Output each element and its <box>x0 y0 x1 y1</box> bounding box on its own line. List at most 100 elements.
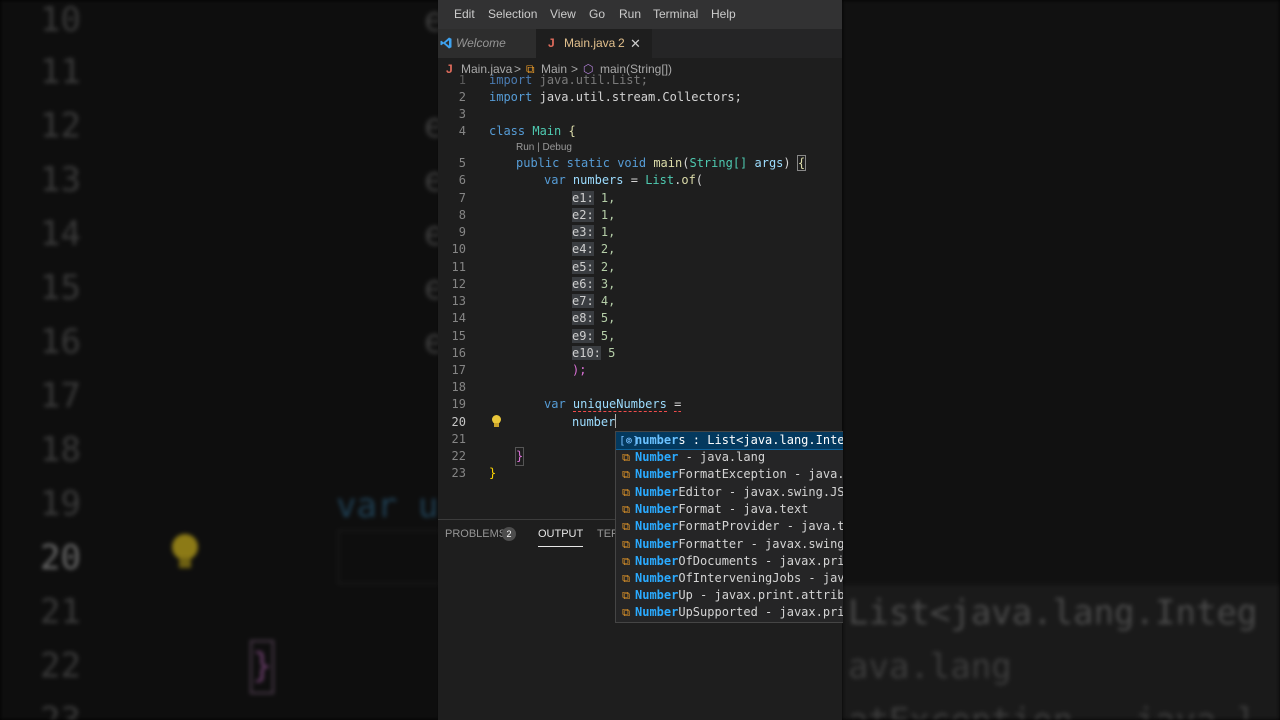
editor-tabs: Welcome J Main.java 2 ✕ <box>438 29 842 58</box>
inlay-hint: e3: <box>572 225 594 239</box>
class-symbol-icon: ⧉ <box>622 468 630 481</box>
suggestion-item[interactable]: [⊚] numbers : List<java.lang.Integ <box>616 432 843 450</box>
line-number: 4 <box>458 124 466 138</box>
bg-line-number: 16 <box>40 322 81 362</box>
class-symbol-icon: ⧉ <box>622 486 630 499</box>
inlay-hint: e10: <box>572 346 601 360</box>
vscode-logo-icon <box>440 37 452 49</box>
code-line-9: e3: 1, <box>572 225 616 239</box>
bg-line-number: 23 <box>40 700 81 720</box>
tab-main-label: Main.java <box>564 36 616 50</box>
bg-suggest-widget: List<java.lang.Integ ava.lang atExceptio… <box>842 585 1280 720</box>
class-symbol-icon: ⧉ <box>622 606 630 619</box>
line-number: 15 <box>451 329 466 343</box>
menu-view[interactable]: View <box>550 7 576 21</box>
suggestion-item[interactable]: ⧉ NumberFormatter - javax.swing. <box>616 536 843 553</box>
close-icon[interactable]: ✕ <box>630 29 641 58</box>
code-line-4: class Main { <box>489 124 576 138</box>
menu-edit[interactable]: Edit <box>454 7 475 21</box>
bg-line-number: 12 <box>40 106 81 146</box>
background-zoom-left: 10 11 12 13 14 15 16 17 18 19 20 21 22 2… <box>0 0 440 720</box>
code-line-1: import java.util.List; <box>489 73 648 87</box>
line-number: 21 <box>451 432 466 446</box>
menu-help[interactable]: Help <box>711 7 736 21</box>
menu-run[interactable]: Run <box>619 7 641 21</box>
tab-problem-count: 2 <box>618 36 625 50</box>
line-number: 20 <box>451 415 466 429</box>
code-line-14: e8: 5, <box>572 311 616 325</box>
suggestion-item[interactable]: ⧉ NumberFormatProvider - java.te <box>616 518 843 535</box>
inlay-hint: e4: <box>572 242 594 256</box>
bg-line-number: 22 <box>40 646 81 686</box>
code-line-17: ); <box>572 363 587 377</box>
suggestion-item[interactable]: ⧉ NumberOfDocuments - javax.prin <box>616 553 843 570</box>
line-number: 1 <box>458 73 466 87</box>
tab-output[interactable]: OUTPUT <box>538 528 584 547</box>
suggestion-item[interactable]: ⧉ NumberUpSupported - javax.prin <box>616 604 843 621</box>
code-line-2: import java.util.stream.Collectors; <box>489 90 742 104</box>
line-number: 12 <box>451 277 466 291</box>
bg-brace: } <box>250 640 274 694</box>
class-symbol-icon: ⧉ <box>622 503 630 516</box>
inlay-hint: e8: <box>572 311 594 325</box>
suggestion-widget: [⊚] numbers : List<java.lang.Integ ⧉ Num… <box>615 431 843 623</box>
code-line-20: number <box>572 414 617 429</box>
code-line-10: e4: 2, <box>572 242 616 256</box>
line-number: 14 <box>451 311 466 325</box>
menu-bar: Edit Selection View Go Run Terminal Help <box>438 0 842 29</box>
run-debug-codelens[interactable]: Run | Debug <box>516 142 572 153</box>
tab-main-java[interactable]: J Main.java 2 ✕ <box>536 29 652 58</box>
code-line-8: e2: 1, <box>572 208 616 222</box>
code-line-12: e6: 3, <box>572 277 616 291</box>
line-number: 2 <box>458 90 466 104</box>
bg-suggest-line: atException - java.l <box>848 701 1257 720</box>
class-symbol-icon: ⧉ <box>622 572 630 585</box>
line-number: 10 <box>451 242 466 256</box>
bg-line-number: 11 <box>40 52 81 92</box>
bg-line-number: 15 <box>40 268 81 308</box>
code-line-6: var numbers = List.of( <box>544 173 704 187</box>
line-number: 22 <box>451 449 466 463</box>
suggestion-item[interactable]: ⧉ Number - java.lang <box>616 449 843 466</box>
suggestion-item[interactable]: ⧉ NumberUp - javax.print.attribu <box>616 587 843 604</box>
suggestion-item[interactable]: ⧉ NumberOfInterveningJobs - java <box>616 570 843 587</box>
tab-welcome[interactable]: Welcome <box>438 29 536 58</box>
tab-problems[interactable]: PROBLEMS <box>445 528 506 540</box>
code-line-13: e7: 4, <box>572 294 616 308</box>
inlay-hint: e7: <box>572 294 594 308</box>
code-line-11: e5: 2, <box>572 260 616 274</box>
bg-line-number: 18 <box>40 430 81 470</box>
inlay-hint: e6: <box>572 277 594 291</box>
menu-go[interactable]: Go <box>589 7 605 21</box>
line-number: 9 <box>458 225 466 239</box>
line-number: 16 <box>451 346 466 360</box>
code-line-16: e10: 5 <box>572 346 616 360</box>
suggestion-item[interactable]: ⧉ NumberEditor - javax.swing.JSp <box>616 484 843 501</box>
code-line-5: public static void main(String[] args) { <box>516 155 807 171</box>
bg-line-number: 19 <box>40 484 81 524</box>
suggestion-item[interactable]: ⧉ NumberFormat - java.text <box>616 501 843 518</box>
lightbulb-icon[interactable] <box>492 415 501 427</box>
class-symbol-icon: ⧉ <box>622 451 630 464</box>
inlay-hint: e2: <box>572 208 594 222</box>
tab-welcome-label: Welcome <box>456 36 506 50</box>
bg-current-line-box <box>338 530 440 584</box>
code-line-7: e1: 1, <box>572 191 616 205</box>
line-number: 7 <box>458 191 466 205</box>
suggestion-item[interactable]: ⧉ NumberFormatException - java.l <box>616 466 843 483</box>
bg-suggest-line: List<java.lang.Integ <box>848 593 1258 633</box>
problems-count-badge: 2 <box>502 527 516 541</box>
line-number: 6 <box>458 173 466 187</box>
bg-line-number: 10 <box>40 0 81 40</box>
inlay-hint: e5: <box>572 260 594 274</box>
inlay-hint: e1: <box>572 191 594 205</box>
line-number: 23 <box>451 466 466 480</box>
class-symbol-icon: ⧉ <box>622 538 630 551</box>
bg-line-number: 13 <box>40 160 81 200</box>
menu-terminal[interactable]: Terminal <box>653 7 698 21</box>
java-file-icon: J <box>548 36 555 50</box>
field-symbol-icon: [⊚] <box>619 434 639 447</box>
menu-selection[interactable]: Selection <box>488 7 537 21</box>
bg-line-number: 14 <box>40 214 81 254</box>
bg-lightbulb-icon <box>172 534 198 568</box>
